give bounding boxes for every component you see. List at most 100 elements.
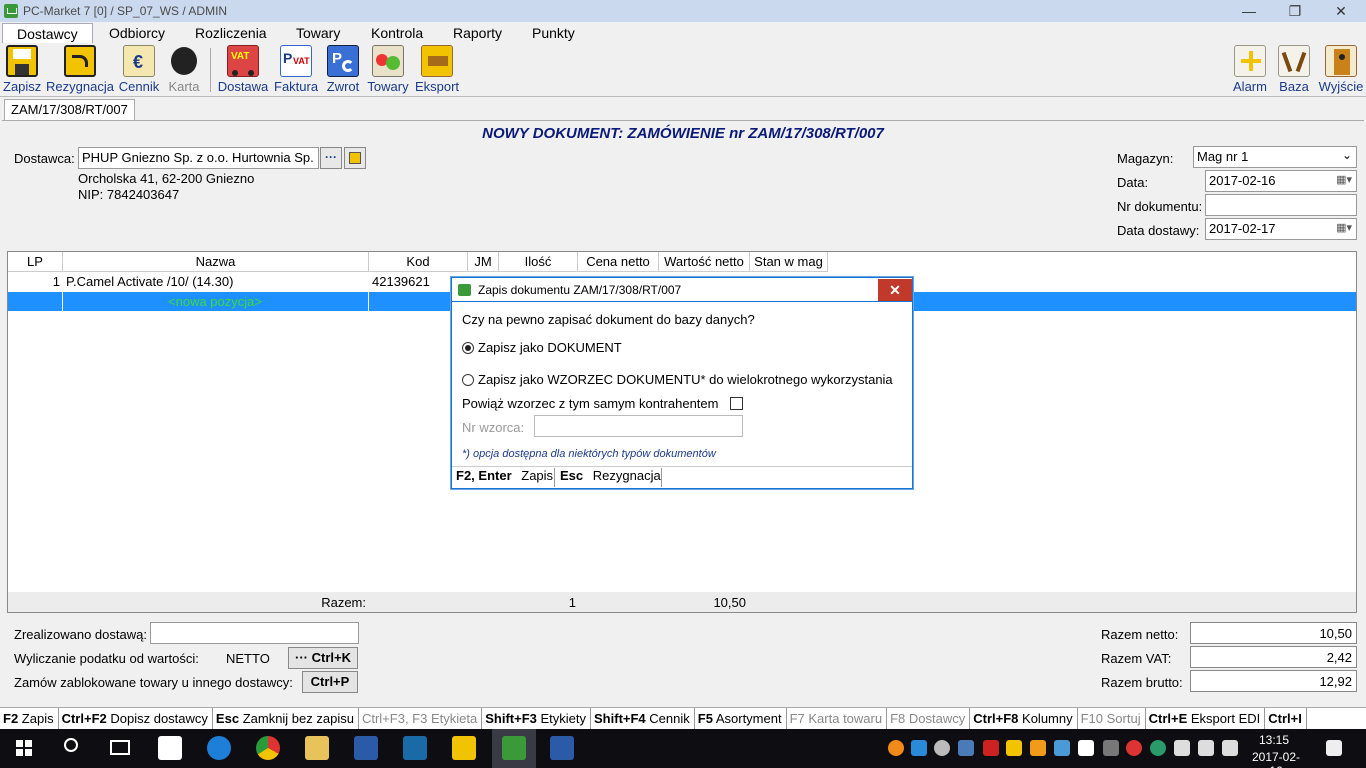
search-icon[interactable] <box>64 738 78 752</box>
store-icon[interactable] <box>158 736 182 760</box>
shortcut-suppliers[interactable]: F8 Dostawcy <box>887 708 971 729</box>
delivery-date-field[interactable]: 2017-02-17 ▦▾ <box>1205 218 1357 240</box>
shortcut-assortment[interactable]: F5 Asortyment <box>695 708 787 729</box>
realized-field[interactable] <box>150 622 359 644</box>
tab-document[interactable]: ZAM/17/308/RT/007 <box>4 99 135 120</box>
alarm-button[interactable]: Alarm <box>1230 45 1270 95</box>
tray-cloud-icon[interactable] <box>934 740 950 756</box>
export-button[interactable]: Eksport <box>414 45 460 95</box>
chart-app-icon[interactable] <box>403 736 427 760</box>
return-button[interactable]: P Zwrot <box>324 45 362 95</box>
volume-icon[interactable] <box>1222 740 1238 756</box>
menu-dostawcy[interactable]: Dostawcy <box>2 23 93 44</box>
shortcut-ctrl-i[interactable]: Ctrl+I <box>1265 708 1307 729</box>
tray-green-icon[interactable] <box>1150 740 1166 756</box>
notifications-icon[interactable] <box>1326 740 1342 756</box>
exit-button[interactable]: Wyjście <box>1318 45 1364 95</box>
table-row-lp[interactable]: 1 <box>8 272 60 291</box>
cell-divider <box>368 292 369 311</box>
shortcut-close[interactable]: Esc Zamknij bez zapisu <box>213 708 359 729</box>
tray-orange-icon[interactable] <box>1030 740 1046 756</box>
column-header-name[interactable]: Nazwa <box>63 252 369 272</box>
column-header-code[interactable]: Kod <box>369 252 468 272</box>
supplier-browse-button[interactable]: ··· <box>320 147 342 169</box>
shortcut-columns[interactable]: Ctrl+F8 Kolumny <box>970 708 1078 729</box>
menu-kontrola[interactable]: Kontrola <box>371 25 423 41</box>
goods-button[interactable]: Towary <box>366 45 410 95</box>
save-as-template-radio[interactable] <box>462 374 474 386</box>
clock-date[interactable]: 2017-02-16 <box>1246 750 1306 768</box>
supplier-field[interactable]: PHUP Gniezno Sp. z o.o. Hurtownia Sp. <box>78 147 319 169</box>
tray-mail-icon[interactable] <box>1006 740 1022 756</box>
pc-market-taskbar-icon[interactable] <box>502 736 526 760</box>
column-header-net-value[interactable]: Wartość netto <box>659 252 750 272</box>
ie-icon[interactable] <box>207 736 231 760</box>
task-view-icon[interactable] <box>110 740 130 755</box>
tray-fire-icon[interactable] <box>888 740 904 756</box>
supplier-card-button[interactable] <box>344 147 366 169</box>
table-row-name[interactable]: P.Camel Activate /10/ (14.30) <box>66 272 366 291</box>
docnum-field[interactable] <box>1205 194 1357 216</box>
menu-odbiorcy[interactable]: Odbiorcy <box>109 25 165 41</box>
shortcut-price-list[interactable]: Shift+F4 Cennik <box>591 708 695 729</box>
network-icon[interactable] <box>1198 740 1214 756</box>
menu-raporty[interactable]: Raporty <box>453 25 502 41</box>
delivery-button[interactable]: VAT Dostawa <box>217 45 269 95</box>
tray-check-icon[interactable] <box>1078 740 1094 756</box>
menu-rozliczenia[interactable]: Rozliczenia <box>195 25 267 41</box>
dialog-save-button[interactable]: F2, Enter Zapis <box>453 468 555 487</box>
tray-network-app-icon[interactable] <box>1054 740 1070 756</box>
dialog-close-button[interactable]: ✕ <box>878 279 912 301</box>
folder-icon[interactable] <box>452 736 476 760</box>
sum-label: Razem: <box>321 595 366 610</box>
save-as-document-radio[interactable] <box>462 342 474 354</box>
save-button[interactable]: Zapisz <box>3 45 41 95</box>
menu-towary[interactable]: Towary <box>296 25 340 41</box>
app-launcher-icon[interactable] <box>354 736 378 760</box>
pattern-number-field[interactable] <box>534 415 743 437</box>
chrome-icon[interactable] <box>256 736 280 760</box>
column-header-lp[interactable]: LP <box>8 252 63 272</box>
shortcut-add-supplier[interactable]: Ctrl+F2 Dopisz dostawcy <box>59 708 213 729</box>
invoice-button[interactable]: P VAT Faktura <box>274 45 318 95</box>
blocked-goods-button[interactable]: Ctrl+P <box>302 671 358 693</box>
column-header-unit[interactable]: JM <box>468 252 499 272</box>
tray-pdf-icon[interactable] <box>983 740 999 756</box>
mail-app-icon[interactable] <box>305 736 329 760</box>
column-header-qty[interactable]: Ilość <box>499 252 578 272</box>
shortcut-labels[interactable]: Shift+F3 Etykiety <box>482 708 592 729</box>
word-icon[interactable] <box>550 736 574 760</box>
shortcut-sort[interactable]: F10 Sortuj <box>1078 708 1146 729</box>
database-button[interactable]: Baza <box>1275 45 1313 95</box>
new-position-label[interactable]: <nowa pozycja> <box>64 292 366 311</box>
price-list-button[interactable]: € Cennik <box>118 45 160 95</box>
tray-red-icon[interactable] <box>1126 740 1142 756</box>
warehouse-select[interactable]: Mag nr 1 ⌄ <box>1193 146 1357 168</box>
vat-total-value: 2,42 <box>1190 646 1357 668</box>
shortcut-label[interactable]: Ctrl+F3, F3 Etykieta <box>359 708 483 729</box>
dialog-cancel-key: Esc <box>560 468 584 483</box>
shortcut-save[interactable]: F2 Zapis <box>0 708 59 729</box>
date-field[interactable]: 2017-02-16 ▦▾ <box>1205 170 1357 192</box>
windows-start-icon[interactable] <box>16 740 32 756</box>
tray-keyboard-icon[interactable] <box>1174 740 1190 756</box>
column-header-stock[interactable]: Stan w mag <box>750 252 828 272</box>
card-button[interactable]: Karta <box>166 45 202 95</box>
shortcut-edi-export[interactable]: Ctrl+E Eksport EDI <box>1146 708 1266 729</box>
shortcut-goods-card[interactable]: F7 Karta towaru <box>787 708 888 729</box>
menu-punkty[interactable]: Punkty <box>532 25 575 41</box>
tax-mode-button[interactable]: ··· Ctrl+K <box>288 647 358 669</box>
save-as-document-label[interactable]: Zapisz jako DOKUMENT <box>478 340 622 355</box>
dialog-cancel-button[interactable]: Esc Rezygnacja <box>556 468 662 487</box>
maximize-button[interactable]: ❐ <box>1272 0 1318 22</box>
cancel-button[interactable]: Rezygnacja <box>46 45 114 95</box>
close-button[interactable]: ✕ <box>1318 0 1364 22</box>
minimize-button[interactable]: — <box>1226 0 1272 22</box>
tray-tools-icon[interactable] <box>1103 740 1119 756</box>
clock-time[interactable]: 13:15 <box>1250 733 1298 747</box>
column-header-net-price[interactable]: Cena netto <box>578 252 659 272</box>
tray-skype-icon[interactable] <box>911 740 927 756</box>
save-as-template-label[interactable]: Zapisz jako WZORZEC DOKUMENTU* do wielok… <box>478 372 893 387</box>
link-contractor-checkbox[interactable] <box>730 397 743 410</box>
tray-monitor-icon[interactable] <box>958 740 974 756</box>
